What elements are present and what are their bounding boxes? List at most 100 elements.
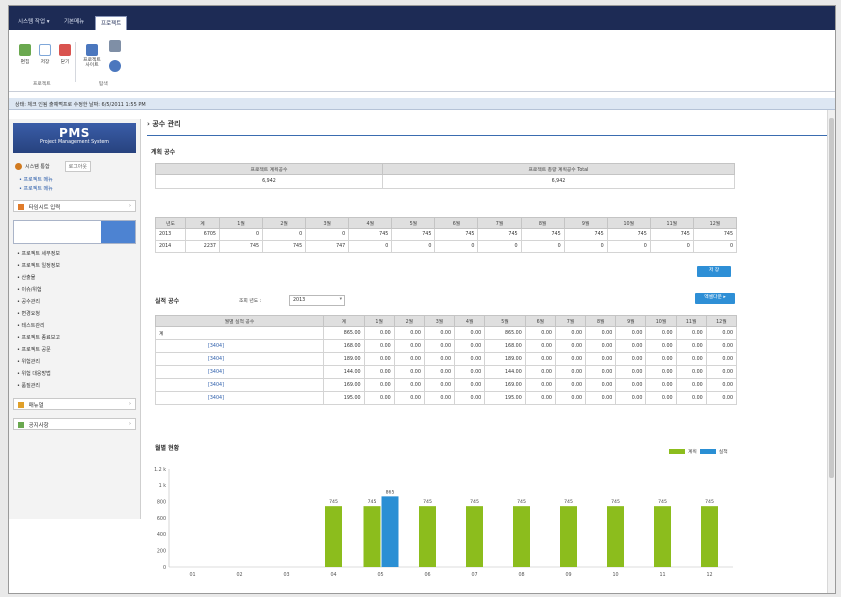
bar-plan [654,506,671,567]
table-cell: 0.00 [423,326,456,340]
sidebar-item[interactable]: • 이슈/위험 [17,284,132,296]
x-tick-label: 07 [471,572,477,578]
user-name: 시스템 통합 [25,164,50,170]
column-header: 3월 [423,315,456,327]
table-cell: 0.00 [705,339,738,353]
table-cell: 745 [563,228,608,241]
table-cell: 0.00 [615,326,647,340]
save-button[interactable]: 저장 [37,44,53,65]
table-cell: 745 [606,228,651,241]
bar-plan [363,506,381,567]
sidebar-item[interactable]: • 산출물 [17,272,132,284]
table-cell: 0.00 [615,352,647,366]
project-site-button[interactable]: 프로젝트 사이트 [81,44,103,68]
edit-button[interactable]: 편집 [17,44,33,65]
table-cell: 0 [563,240,608,253]
sidebar-item[interactable]: • 프로젝트 세부정보 [17,248,132,260]
sidebar-item[interactable]: • 프로젝트 공문 [17,344,132,356]
bar-plan [701,506,718,567]
sidebar: PMS Project Management System 시스템 통합 로그아… [9,119,141,519]
sidebar-item[interactable]: • 테스트관리 [17,320,132,332]
bar-actual [381,496,399,567]
x-tick-label: 11 [659,572,665,578]
task-link[interactable]: [3404] [155,352,324,366]
monthly-bar-chart: 0 200 400 600 800 1 k 1.2 k 01 02 03 04 745 05 745 865… [154,467,733,578]
sidebar-item[interactable]: • 프로젝트 종료보고 [17,332,132,344]
excel-download-button[interactable]: 엑셀다운 ▸ [695,293,735,304]
search-box[interactable] [13,220,136,244]
sidebar-item[interactable]: • 프로젝트 일정정보 [17,260,132,272]
task-link[interactable]: [3404] [155,365,324,379]
table-cell: 0.00 [363,391,395,405]
sidebar-item[interactable]: • 위험관리 [17,356,132,368]
table-cell: 0.00 [645,326,677,340]
tab-system-actions[interactable]: 시스템 작업 ▾ [13,15,55,27]
table-cell: 0 [348,240,393,253]
table-cell: 0.00 [423,378,456,392]
table-cell: 0.00 [363,326,395,340]
table-cell: 745 [218,240,264,253]
task-link[interactable]: [3404] [155,339,324,353]
column-header: 월별 실적 공수 [155,315,324,327]
bar-label-plan: 745 [470,499,479,505]
people-button[interactable] [107,60,123,72]
sidebar-item[interactable]: • 변경요청 [17,308,132,320]
sidebar-item[interactable]: • 위험 대응방법 [17,368,132,380]
sidebar-item[interactable]: • 공수관리 [17,296,132,308]
table-cell: 0.00 [524,391,556,405]
brand-logo[interactable]: PMS Project Management System [13,123,136,153]
nav-notice[interactable]: 공지사항 › [13,418,136,430]
bar-label-plan: 745 [611,499,620,505]
legend-label-actual: 실적 [718,450,728,455]
table-cell: 0.00 [585,326,617,340]
save-icon [39,44,51,56]
sidebar-item[interactable]: • 품질관리 [17,380,132,392]
nav-manual[interactable]: 매뉴얼 › [13,398,136,410]
bar-label-plan: 745 [423,499,432,505]
chart-legend: 계획 실적 [669,448,728,455]
save-plan-button[interactable]: 저 장 [697,266,731,277]
legend-swatch-actual [699,449,716,454]
task-link[interactable]: [3404] [155,378,324,392]
search-button[interactable] [101,221,135,243]
table-cell: 0.00 [675,352,707,366]
bar-plan [466,506,483,567]
plan-section-title: 계획 공수 [151,149,176,156]
table-cell: 195.00 [484,391,526,405]
column-header: 년도 [155,217,186,229]
table-cell: 168.00 [484,339,526,353]
table-cell: 0.00 [363,339,395,353]
sidebar-link-1[interactable]: • 프로젝트 메뉴 [19,176,130,183]
table-cell: 0.00 [454,339,486,353]
table-cell: 0.00 [423,365,456,379]
scrollbar-thumb[interactable] [829,118,834,478]
title-bar: 시스템 작업 ▾ 기본메뉴 프로젝트 [9,6,835,30]
table-cell: 0.00 [585,365,617,379]
tab-project[interactable]: 프로젝트 [95,16,128,30]
table-cell: 0 [262,228,307,241]
tab-basic-menu[interactable]: 기본메뉴 [59,15,89,27]
sidebar-link-2[interactable]: • 프로젝트 메뉴 [19,185,130,192]
vertical-scrollbar[interactable] [827,110,835,593]
column-header: 9월 [615,315,647,327]
task-link[interactable]: [3404] [155,391,324,405]
table-cell: 169.00 [323,378,365,392]
user-icon [15,163,22,170]
table-row: [3404] 144.00 0.00 0.00 0.00 0.00 144.00 0.00 0.… [155,365,738,379]
table-cell: 0.00 [675,391,707,405]
server-button[interactable] [107,40,123,52]
table-cell: 0.00 [554,352,587,366]
legend-swatch-plan [669,449,685,454]
logout-button[interactable]: 로그아웃 [64,161,91,172]
legend-label-plan: 계획 [688,450,697,455]
x-tick-label: 05 [377,572,383,578]
close-button[interactable]: 닫기 [57,44,73,65]
x-tick-label: 03 [283,572,289,578]
table-cell: 0.00 [675,378,707,392]
column-header: 3월 [305,217,350,229]
nav-timesheet[interactable]: 타임시트 입력 › [13,200,136,212]
year-select[interactable]: 2013 ▾ [289,295,345,306]
table-cell: 0.00 [675,365,707,379]
title-divider [147,135,831,136]
table-cell: 0.00 [454,391,486,405]
